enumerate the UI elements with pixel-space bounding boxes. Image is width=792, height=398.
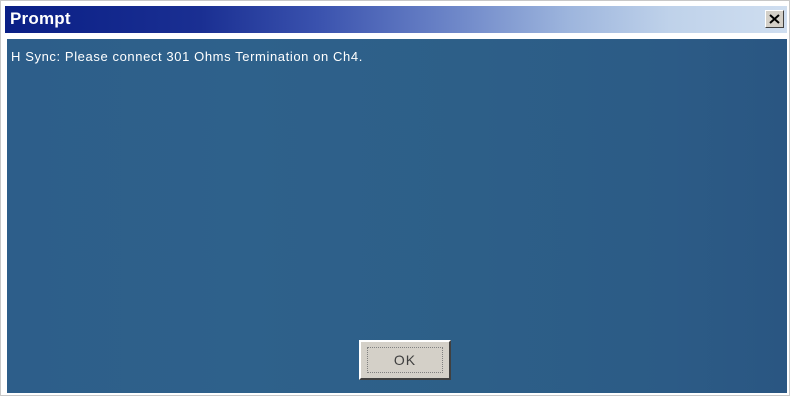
prompt-message: H Sync: Please connect 301 Ohms Terminat… — [11, 49, 363, 64]
title-bar[interactable]: Prompt — [5, 6, 787, 33]
message-area: H Sync: Please connect 301 Ohms Terminat… — [7, 39, 787, 393]
close-icon — [769, 14, 780, 24]
close-button[interactable] — [765, 10, 784, 28]
ok-button[interactable]: OK — [359, 340, 451, 380]
prompt-dialog: Prompt H Sync: Please connect 301 Ohms T… — [0, 0, 790, 396]
ok-button-label: OK — [367, 347, 443, 373]
window-title: Prompt — [10, 9, 71, 28]
